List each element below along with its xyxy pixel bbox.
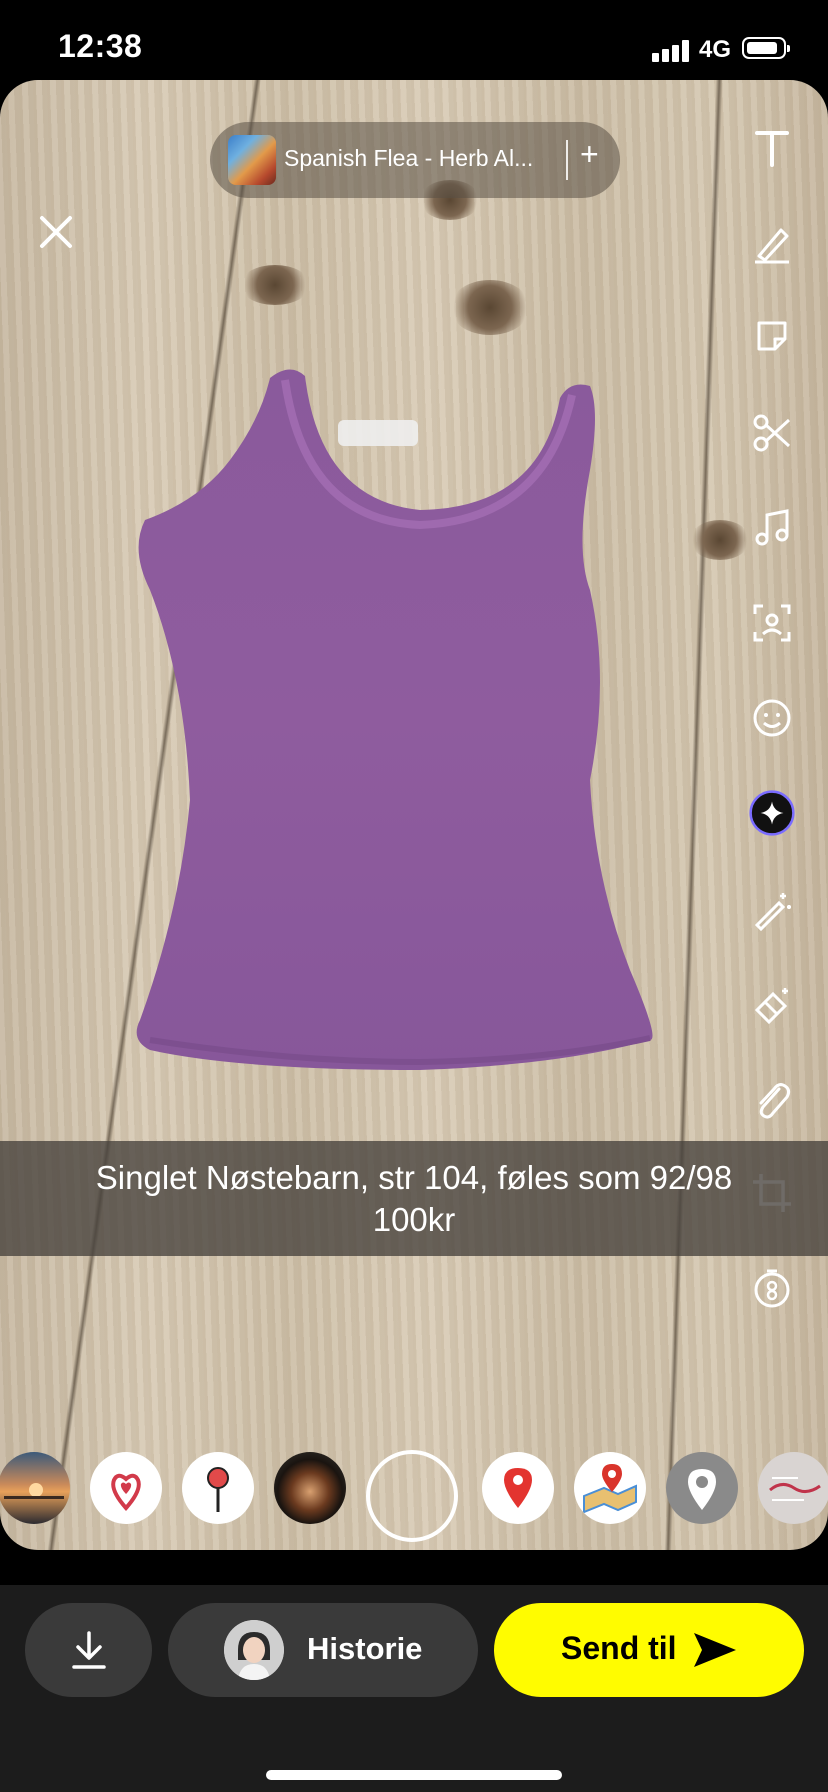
eraser-tool-icon[interactable] bbox=[744, 977, 800, 1033]
bottom-action-bar: Historie Send til bbox=[0, 1585, 828, 1792]
caption-line-2: 100kr bbox=[372, 1201, 456, 1238]
capture-button[interactable] bbox=[366, 1450, 458, 1542]
ai-sparkle-tool-icon[interactable] bbox=[744, 785, 800, 841]
lens-carousel bbox=[0, 1450, 828, 1550]
network-type: 4G bbox=[699, 36, 732, 63]
send-to-label: Send til bbox=[561, 1630, 677, 1666]
music-pill[interactable]: Spanish Flea - Herb Al... + bbox=[210, 122, 620, 198]
music-divider bbox=[566, 140, 568, 180]
send-arrow-icon bbox=[694, 1633, 736, 1667]
heart-pin-lens-icon[interactable] bbox=[90, 1452, 162, 1524]
coffee-lens-icon[interactable] bbox=[274, 1452, 346, 1524]
close-button[interactable] bbox=[34, 210, 78, 254]
status-time: 12:38 bbox=[58, 28, 143, 64]
bitmoji-tool-icon[interactable] bbox=[744, 690, 800, 746]
pen-tool-icon[interactable] bbox=[744, 215, 800, 271]
music-title: Spanish Flea - Herb Al... bbox=[284, 145, 534, 171]
battery-icon bbox=[742, 37, 790, 59]
paperclip-tool-icon[interactable] bbox=[744, 1072, 800, 1128]
pushpin-lens-icon[interactable] bbox=[182, 1452, 254, 1524]
caption-line-1: Singlet Nøstebarn, str 104, føles som 92… bbox=[95, 1159, 733, 1196]
gray-pin-lens-icon[interactable] bbox=[666, 1452, 738, 1524]
caption-bar[interactable]: Singlet Nøstebarn, str 104, føles som 92… bbox=[0, 1141, 828, 1256]
map-lens-icon[interactable] bbox=[574, 1452, 646, 1524]
album-art-icon bbox=[228, 135, 276, 185]
magic-wand-tool-icon[interactable] bbox=[744, 882, 800, 938]
scissors-tool-icon[interactable] bbox=[744, 405, 800, 461]
send-to-button[interactable]: Send til bbox=[494, 1603, 804, 1697]
text-tool-icon[interactable] bbox=[744, 120, 800, 176]
lens-scan-tool-icon[interactable] bbox=[744, 595, 800, 651]
wood-knot bbox=[240, 265, 310, 305]
download-icon bbox=[71, 1631, 106, 1669]
wood-knot bbox=[450, 280, 530, 335]
story-button[interactable]: Historie bbox=[168, 1603, 478, 1697]
photo-preview[interactable]: Spanish Flea - Herb Al... + bbox=[0, 80, 828, 1550]
story-label: Historie bbox=[307, 1631, 423, 1666]
location-pin-lens-icon[interactable] bbox=[482, 1452, 554, 1524]
saturday-lens-icon[interactable] bbox=[758, 1452, 828, 1524]
music-tool-icon[interactable] bbox=[744, 500, 800, 556]
home-indicator bbox=[266, 1770, 562, 1780]
sticker-tool-icon[interactable] bbox=[744, 308, 800, 364]
tank-top-photo bbox=[136, 369, 653, 1070]
download-button[interactable] bbox=[25, 1603, 152, 1697]
add-music-button[interactable]: + bbox=[580, 136, 599, 173]
signal-icon bbox=[652, 38, 692, 62]
sunset-lens-icon[interactable] bbox=[0, 1452, 70, 1524]
avatar bbox=[224, 1620, 284, 1680]
timer-tool-icon[interactable] bbox=[744, 1260, 800, 1316]
status-bar: 12:38 4G bbox=[0, 0, 828, 88]
